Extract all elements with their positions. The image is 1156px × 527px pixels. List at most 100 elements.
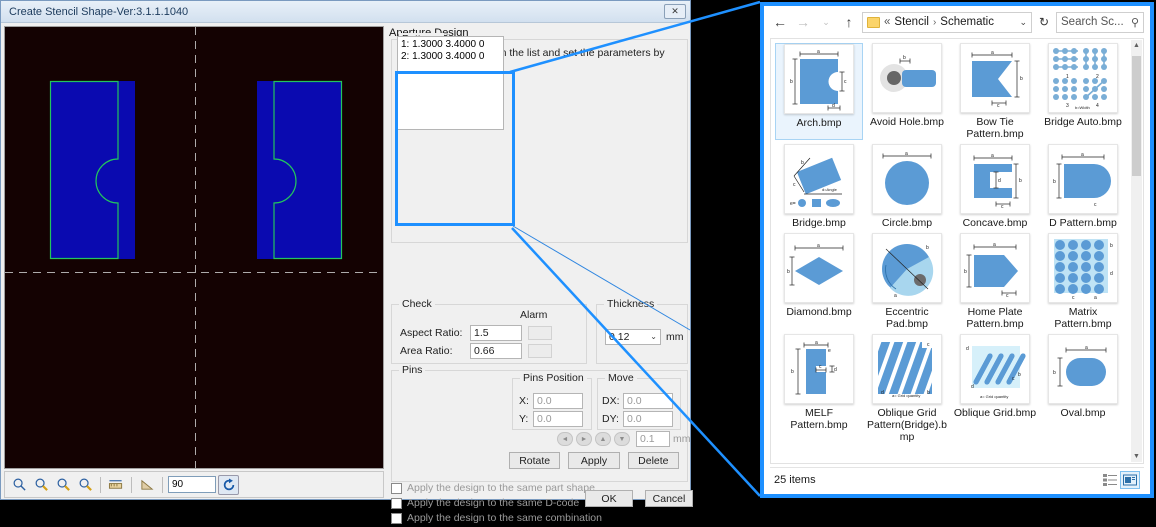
chevron-down-icon[interactable]: ⌄ (816, 12, 836, 32)
scroll-down-icon[interactable]: ▼ (1131, 451, 1142, 462)
angle-input[interactable] (168, 476, 216, 493)
file-tile[interactable]: c d a= Grid quantity b Oblique Grid Pattern(… (863, 334, 951, 443)
explorer-scrollbar[interactable]: ▲ ▼ (1131, 40, 1142, 462)
pins-x-input[interactable] (533, 393, 583, 409)
file-thumbnail-diamond: ab (784, 233, 854, 303)
file-tile-grid: a b c d Arch.bmp b Avoid Hole.bmp a b c Bow Tie Pa… (775, 43, 1129, 447)
file-tile[interactable]: a Circle.bmp (863, 144, 951, 229)
file-tile[interactable]: b Avoid Hole.bmp (863, 43, 951, 140)
breadcrumb-overflow[interactable]: « (884, 16, 890, 28)
file-name: Oval.bmp (1060, 407, 1106, 419)
apply-option-label-1: Apply the design to the same D-code (407, 497, 580, 509)
cancel-button[interactable]: Cancel (645, 490, 693, 507)
apply-option-row-0[interactable]: Apply the design to the same part shape (391, 482, 602, 494)
arrow-left-icon[interactable]: ← (770, 12, 790, 32)
rotate-icon[interactable] (218, 474, 239, 495)
ok-button[interactable]: OK (585, 490, 633, 507)
close-icon[interactable]: ✕ (664, 4, 686, 19)
svg-text:d: d (881, 390, 884, 396)
nudge-step-unit: mm (673, 433, 691, 445)
file-thumbnail-bridgeauto: 1 2 3 4 b=Width (1048, 43, 1118, 113)
zoom-icon[interactable] (9, 475, 29, 495)
file-tile[interactable]: 1 2 3 4 b=Width Bridge Auto.bmp (1039, 43, 1127, 140)
area-ratio-input[interactable] (470, 343, 522, 359)
svg-text:b: b (790, 79, 793, 85)
pins-y-input[interactable] (533, 411, 583, 427)
pin-button-rotate[interactable]: Rotate (509, 452, 561, 469)
cad-canvas[interactable] (4, 26, 384, 469)
chevron-down-icon[interactable]: ⌄ (1019, 17, 1027, 28)
pins-list[interactable]: 1: 1.3000 3.4000 0 2: 1.3000 3.4000 0 (397, 36, 504, 130)
stencil-pad-right[interactable] (257, 80, 343, 260)
svg-text:2: 2 (1096, 74, 1099, 80)
angle-icon[interactable] (137, 475, 157, 495)
arrow-right-icon[interactable]: → (793, 12, 813, 32)
file-tile[interactable]: a b e c d MELF Pattern.bmp (775, 334, 863, 443)
svg-text:1: 1 (1066, 74, 1069, 80)
file-tile[interactable]: b a Eccentric Pad.bmp (863, 233, 951, 330)
file-tile[interactable]: b c d=Angle e= Bridge.bmp (775, 144, 863, 229)
aperture-design-panel: Aperture Design Patterns Choose a patter… (389, 27, 1077, 524)
file-thumbnail-bowtie: a b c (960, 43, 1030, 113)
pin-button-apply[interactable]: Apply (568, 452, 620, 469)
zoom-fit-icon[interactable] (75, 475, 95, 495)
move-dy-input[interactable] (623, 411, 673, 427)
scroll-up-icon[interactable]: ▲ (1131, 40, 1142, 51)
thickness-select[interactable]: 0.12 ⌄ (605, 329, 661, 345)
file-tile[interactable]: a b Oval.bmp (1039, 334, 1127, 443)
breadcrumb-part-schematic[interactable]: Schematic (940, 16, 994, 28)
nudge-left-icon[interactable]: ◄ (557, 432, 573, 446)
file-name: D Pattern.bmp (1049, 217, 1117, 229)
aspect-ratio-label: Aspect Ratio: (400, 327, 463, 339)
file-thumbnail-avoidhole: b (872, 43, 942, 113)
refresh-icon[interactable]: ↻ (1035, 12, 1053, 32)
nudge-step-input[interactable] (636, 431, 670, 447)
pins-list-item[interactable]: 1: 1.3000 3.4000 0 (401, 39, 500, 51)
zoom-out-icon[interactable] (53, 475, 73, 495)
nudge-down-icon[interactable]: ▼ (614, 432, 630, 446)
aspect-ratio-input[interactable] (470, 325, 522, 341)
explorer-status-bar: 25 items (770, 467, 1144, 491)
file-name: Matrix Pattern.bmp (1054, 306, 1112, 330)
pin-button-delete[interactable]: Delete (627, 452, 679, 469)
file-tile[interactable]: a b c Home Plate Pattern.bmp (951, 233, 1039, 330)
file-tile[interactable]: b d c a Matrix Pattern.bmp (1039, 233, 1127, 330)
file-tile[interactable]: d d a= Grid quantity c b Oblique Grid.bmp (951, 334, 1039, 443)
scrollbar-thumb[interactable] (1132, 56, 1141, 176)
file-tile[interactable]: a b c Bow Tie Pattern.bmp (951, 43, 1039, 140)
apply-option-checkbox-1[interactable] (391, 497, 402, 509)
create-stencil-shape-window: Create Stencil Shape-Ver:3.1.1.1040 ✕ 90… (0, 0, 1077, 524)
arrow-up-icon[interactable]: ↑ (839, 12, 859, 32)
apply-option-row-1[interactable]: Apply the design to the same D-code (391, 497, 602, 509)
stencil-pad-left[interactable] (49, 80, 135, 260)
move-dx-input[interactable] (623, 393, 673, 409)
toolbar-divider (100, 476, 101, 493)
svg-text:b: b (964, 269, 967, 275)
file-tile[interactable]: a b Diamond.bmp (775, 233, 863, 330)
details-view-icon[interactable] (1100, 471, 1120, 489)
breadcrumb-separator-1[interactable]: › (933, 17, 936, 28)
search-input[interactable]: Search Sc... ⚲ (1056, 11, 1144, 33)
file-tile[interactable]: a b c D Pattern.bmp (1039, 144, 1127, 229)
search-icon[interactable]: ⚲ (1131, 16, 1139, 29)
breadcrumb-part-stencil[interactable]: Stencil (894, 16, 929, 28)
large-icons-view-icon[interactable] (1120, 470, 1140, 489)
file-tile[interactable]: a b c d Arch.bmp (775, 43, 863, 140)
apply-option-row-2[interactable]: Apply the design to the same combination (391, 512, 602, 524)
explorer-file-area[interactable]: a b c d Arch.bmp b Avoid Hole.bmp a b c Bow Tie Pa… (770, 38, 1144, 464)
apply-option-checkbox-0[interactable] (391, 482, 402, 494)
file-thumbnail-concave: a d b c (960, 144, 1030, 214)
zoom-in-icon[interactable] (31, 475, 51, 495)
nudge-right-icon[interactable]: ► (576, 432, 592, 446)
apply-option-checkbox-2[interactable] (391, 512, 402, 524)
file-thumbnail-obliquegridbridge: c d a= Grid quantity b (872, 334, 942, 404)
file-tile[interactable]: a d b c Concave.bmp (951, 144, 1039, 229)
file-name: Bridge Auto.bmp (1044, 116, 1122, 128)
svg-text:a: a (991, 50, 994, 56)
measure-icon[interactable] (106, 475, 126, 495)
breadcrumb[interactable]: « Stencil › Schematic ⌄ (862, 11, 1032, 33)
toolbar-divider-2 (131, 476, 132, 493)
nudge-up-icon[interactable]: ▲ (595, 432, 611, 446)
chevron-down-icon[interactable]: ⌄ (650, 330, 657, 344)
pins-list-item[interactable]: 2: 1.3000 3.4000 0 (401, 51, 500, 63)
